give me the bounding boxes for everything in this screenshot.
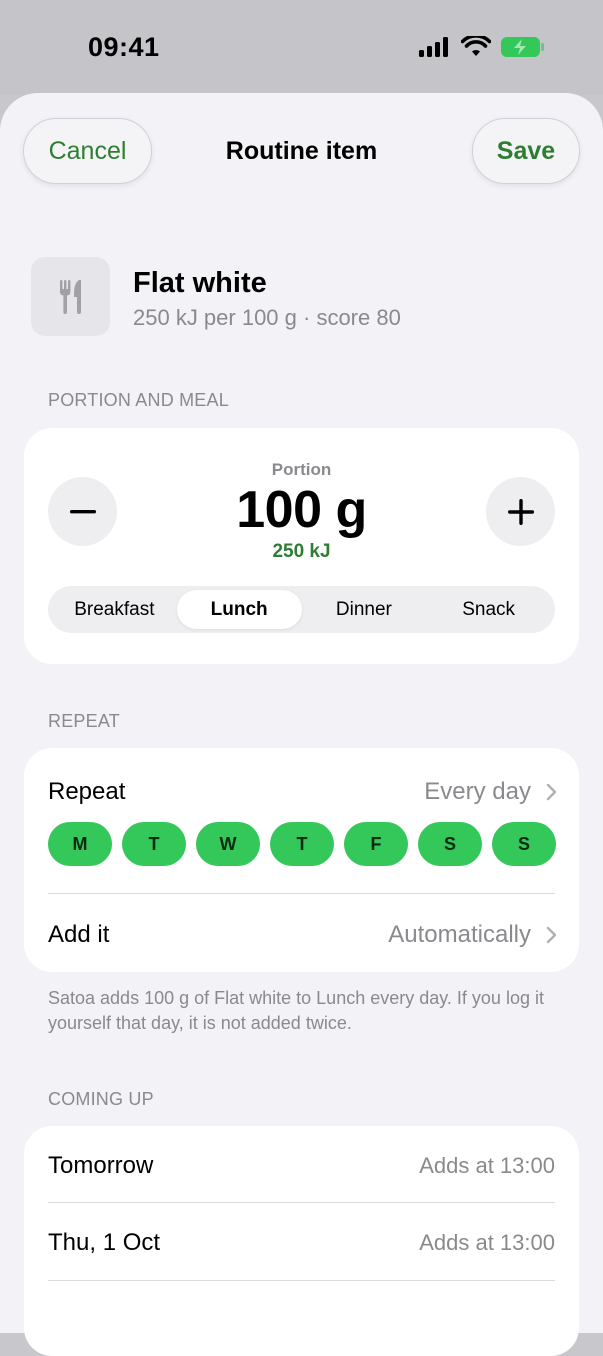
status-bar: 09:41 xyxy=(0,0,603,95)
add-it-row[interactable]: Add it Automatically xyxy=(24,894,579,972)
coming-up-card: Tomorrow Adds at 13:00 Thu, 1 Oct Adds a… xyxy=(24,1126,579,1356)
increase-portion-button[interactable] xyxy=(486,477,555,546)
repeat-footnote: Satoa adds 100 g of Flat white to Lunch … xyxy=(48,988,544,1033)
repeat-value: Every day xyxy=(424,778,531,805)
signal-icon xyxy=(419,37,448,57)
routine-item-sheet: Cancel Routine item Save Flat white 250 … xyxy=(0,93,603,1356)
repeat-card: Repeat Every day M T W T F S S Add it Au… xyxy=(24,748,579,972)
plus-icon xyxy=(507,498,534,525)
meal-option-breakfast[interactable]: Breakfast xyxy=(52,590,177,629)
meal-segmented-control: Breakfast Lunch Dinner Snack xyxy=(48,586,555,633)
add-it-value: Automatically xyxy=(388,921,531,948)
day-chip-friday[interactable]: F xyxy=(344,822,408,866)
save-button[interactable]: Save xyxy=(472,118,580,184)
day-chip-saturday[interactable]: S xyxy=(418,822,482,866)
chevron-right-icon xyxy=(546,783,557,801)
divider xyxy=(48,1280,555,1281)
wifi-icon xyxy=(461,36,491,56)
section-header-portion: PORTION AND MEAL xyxy=(48,390,229,410)
meal-option-snack[interactable]: Snack xyxy=(426,590,551,629)
chevron-right-icon xyxy=(546,926,557,944)
weekday-selector: M T W T F S S xyxy=(48,822,556,866)
coming-up-row: Tomorrow Adds at 13:00 xyxy=(24,1126,579,1203)
portion-energy: 250 kJ xyxy=(272,541,331,562)
portion-card: Portion 100 g 250 kJ Breakfast Lunch Din… xyxy=(24,428,579,664)
coming-up-date: Thu, 1 Oct xyxy=(48,1229,161,1256)
section-header-repeat: REPEAT xyxy=(48,711,120,731)
coming-up-time: Adds at 13:00 xyxy=(419,1153,555,1178)
day-chip-thursday[interactable]: T xyxy=(270,822,334,866)
meal-option-dinner[interactable]: Dinner xyxy=(302,590,427,629)
day-chip-wednesday[interactable]: W xyxy=(196,822,260,866)
day-chip-monday[interactable]: M xyxy=(48,822,112,866)
status-icons xyxy=(419,36,545,58)
meal-option-lunch[interactable]: Lunch xyxy=(176,590,302,629)
repeat-row[interactable]: Repeat Every day xyxy=(24,748,579,818)
portion-label: Portion xyxy=(271,460,332,479)
coming-up-row: Thu, 1 Oct Adds at 13:00 xyxy=(24,1203,579,1280)
food-subtitle: 250 kJ per 100 g · score 80 xyxy=(133,305,401,330)
food-name: Flat white xyxy=(133,267,267,299)
coming-up-time: Adds at 13:00 xyxy=(419,1230,555,1255)
battery-charging-icon xyxy=(501,37,544,57)
status-time: 09:41 xyxy=(88,32,160,62)
section-header-coming-up: COMING UP xyxy=(48,1089,154,1109)
day-chip-sunday[interactable]: S xyxy=(492,822,556,866)
coming-up-date: Tomorrow xyxy=(48,1152,154,1179)
day-chip-tuesday[interactable]: T xyxy=(122,822,186,866)
repeat-label: Repeat xyxy=(48,778,126,805)
add-it-label: Add it xyxy=(48,921,110,948)
food-thumbnail xyxy=(31,257,110,336)
fork-knife-icon xyxy=(59,279,81,314)
